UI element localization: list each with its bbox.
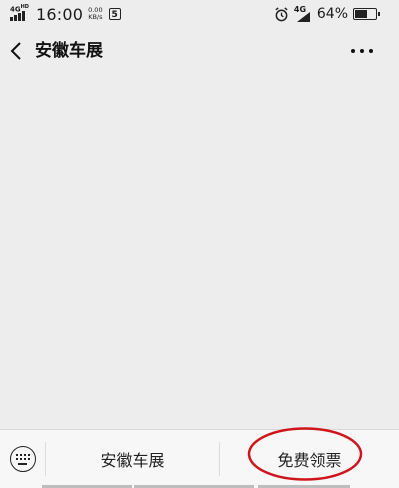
menu-item-free-tickets[interactable]: 免费领票	[220, 430, 399, 488]
bottom-menu: 安徽车展 免费领票	[0, 429, 399, 488]
status-left: 4GHD 16:00 0.00 KB/s 5	[10, 4, 121, 24]
menu-item-anhui-auto-show[interactable]: 安徽车展	[46, 430, 219, 488]
status-right: 4G 64%	[274, 4, 380, 24]
keyboard-icon	[9, 446, 36, 472]
nav-bar: 安徽车展	[0, 28, 399, 74]
notification-badge-icon: 5	[108, 8, 121, 20]
4g-signal-icon: 4G	[294, 5, 310, 22]
battery-percent: 64%	[316, 6, 348, 22]
page-title: 安徽车展	[35, 41, 103, 61]
keyboard-toggle-button[interactable]	[0, 430, 45, 488]
network-speed: 0.00 KB/s	[88, 6, 103, 21]
status-bar: 4GHD 16:00 0.00 KB/s 5 4G 64%	[0, 0, 399, 28]
page-content	[0, 74, 399, 429]
more-dots-icon[interactable]	[351, 43, 373, 59]
battery-icon	[353, 8, 380, 20]
clock: 16:00	[36, 4, 84, 24]
cellular-signal-icon: 4GHD	[10, 4, 30, 23]
chevron-left-icon[interactable]	[6, 39, 28, 63]
alarm-clock-icon	[275, 6, 288, 21]
